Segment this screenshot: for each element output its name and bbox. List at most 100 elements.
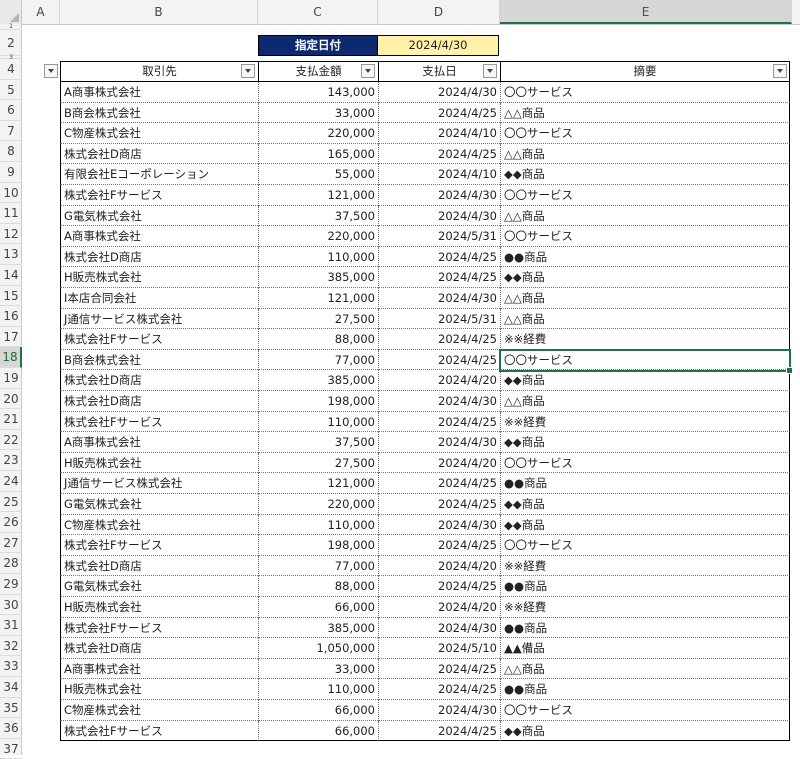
column-header-d[interactable]: D bbox=[378, 0, 500, 24]
row-header-22[interactable]: 22 bbox=[0, 430, 22, 451]
cell-date[interactable]: 2024/4/25 bbox=[378, 329, 500, 350]
row-header-14[interactable]: 14 bbox=[0, 265, 22, 286]
cell-summary[interactable]: ◆◆商品 bbox=[500, 720, 790, 742]
cell-vendor[interactable]: H販売株式会社 bbox=[60, 452, 258, 474]
cell-date[interactable]: 2024/5/31 bbox=[378, 226, 500, 247]
cell-summary[interactable]: ※※経費 bbox=[500, 555, 790, 577]
cell-vendor[interactable]: 株式会社D商店 bbox=[60, 370, 258, 391]
cell-amount[interactable]: 55,000 bbox=[258, 164, 378, 185]
filter-dropdown-button[interactable] bbox=[241, 64, 255, 78]
cell-summary[interactable]: 〇〇サービス bbox=[500, 452, 790, 474]
cell-date[interactable]: 2024/4/25 bbox=[378, 679, 500, 700]
cell-amount[interactable]: 385,000 bbox=[258, 267, 378, 288]
cell-date[interactable]: 2024/4/20 bbox=[378, 452, 500, 474]
cell-date[interactable]: 2024/4/30 bbox=[378, 432, 500, 453]
cell-summary[interactable]: ▲▲備品 bbox=[500, 638, 790, 659]
cell-date[interactable]: 2024/4/10 bbox=[378, 164, 500, 185]
cell-date[interactable]: 2024/4/30 bbox=[378, 205, 500, 227]
row-header-33[interactable]: 33 bbox=[0, 656, 22, 677]
cell-vendor[interactable]: H販売株式会社 bbox=[60, 267, 258, 288]
cell-amount[interactable]: 220,000 bbox=[258, 123, 378, 144]
cell-date[interactable]: 2024/4/20 bbox=[378, 597, 500, 618]
cell-summary[interactable]: 〇〇サービス bbox=[500, 82, 790, 103]
cell-amount[interactable]: 198,000 bbox=[258, 535, 378, 556]
cell-amount[interactable]: 165,000 bbox=[258, 143, 378, 165]
cell-vendor[interactable]: A商事株式会社 bbox=[60, 226, 258, 247]
cell-amount[interactable]: 37,500 bbox=[258, 205, 378, 227]
cell-amount[interactable]: 27,500 bbox=[258, 452, 378, 474]
row-header-5[interactable]: 5 bbox=[0, 80, 22, 101]
cell-vendor[interactable]: I本店合同会社 bbox=[60, 288, 258, 309]
cell-amount[interactable]: 110,000 bbox=[258, 411, 378, 433]
row-header-21[interactable]: 21 bbox=[0, 409, 22, 430]
column-header-c[interactable]: C bbox=[258, 0, 378, 24]
row-header-12[interactable]: 12 bbox=[0, 224, 22, 245]
cell-amount[interactable]: 66,000 bbox=[258, 700, 378, 721]
cell-amount[interactable]: 121,000 bbox=[258, 288, 378, 309]
selected-cell-outline[interactable] bbox=[499, 348, 791, 373]
cell-amount[interactable]: 385,000 bbox=[258, 370, 378, 391]
cell-summary[interactable]: ●●商品 bbox=[500, 473, 790, 494]
date-param-value[interactable]: 2024/4/30 bbox=[377, 35, 499, 56]
row-header-4[interactable]: 4 bbox=[0, 59, 22, 80]
cell-summary[interactable]: △△商品 bbox=[500, 143, 790, 165]
cell-summary[interactable]: △△商品 bbox=[500, 308, 790, 330]
cell-date[interactable]: 2024/4/30 bbox=[378, 391, 500, 412]
row-header-26[interactable]: 26 bbox=[0, 512, 22, 533]
cell-vendor[interactable]: 株式会社Fサービス bbox=[60, 617, 258, 639]
cell-summary[interactable]: △△商品 bbox=[500, 658, 790, 680]
cell-amount[interactable]: 33,000 bbox=[258, 658, 378, 680]
row-header-11[interactable]: 11 bbox=[0, 203, 22, 224]
row-header-20[interactable]: 20 bbox=[0, 389, 22, 410]
cell-amount[interactable]: 77,000 bbox=[258, 555, 378, 577]
cell-vendor[interactable]: H販売株式会社 bbox=[60, 597, 258, 618]
cell-date[interactable]: 2024/4/25 bbox=[378, 267, 500, 288]
cell-vendor[interactable]: B商会株式会社 bbox=[60, 102, 258, 124]
cell-amount[interactable]: 110,000 bbox=[258, 679, 378, 700]
cell-vendor[interactable]: A商事株式会社 bbox=[60, 82, 258, 103]
cell-date[interactable]: 2024/4/25 bbox=[378, 576, 500, 597]
column-header-a[interactable]: A bbox=[22, 0, 60, 24]
cell-date[interactable]: 2024/4/25 bbox=[378, 102, 500, 124]
cell-date[interactable]: 2024/4/30 bbox=[378, 288, 500, 309]
cell-date[interactable]: 2024/4/25 bbox=[378, 658, 500, 680]
cell-summary[interactable]: △△商品 bbox=[500, 391, 790, 412]
cell-date[interactable]: 2024/4/20 bbox=[378, 555, 500, 577]
row-header-6[interactable]: 6 bbox=[0, 100, 22, 121]
cell-summary[interactable]: ◆◆商品 bbox=[500, 432, 790, 453]
row-header-35[interactable]: 35 bbox=[0, 698, 22, 719]
cell-date[interactable]: 2024/4/25 bbox=[378, 349, 500, 371]
row-header-17[interactable]: 17 bbox=[0, 327, 22, 348]
cell-summary[interactable]: ◆◆商品 bbox=[500, 164, 790, 185]
cell-date[interactable]: 2024/5/31 bbox=[378, 308, 500, 330]
row-header-32[interactable]: 32 bbox=[0, 636, 22, 657]
row-header-27[interactable]: 27 bbox=[0, 533, 22, 554]
cell-summary[interactable]: △△商品 bbox=[500, 205, 790, 227]
cell-vendor[interactable]: 株式会社Fサービス bbox=[60, 411, 258, 433]
cell-vendor[interactable]: H販売株式会社 bbox=[60, 679, 258, 700]
cell-summary[interactable]: ●●商品 bbox=[500, 576, 790, 597]
cell-summary[interactable]: ●●商品 bbox=[500, 679, 790, 700]
cell-amount[interactable]: 220,000 bbox=[258, 226, 378, 247]
cell-amount[interactable]: 66,000 bbox=[258, 720, 378, 742]
row-header-19[interactable]: 19 bbox=[0, 368, 22, 389]
filter-dropdown-button[interactable] bbox=[44, 64, 58, 78]
cell-amount[interactable]: 88,000 bbox=[258, 329, 378, 350]
cell-date[interactable]: 2024/4/20 bbox=[378, 370, 500, 391]
row-header-29[interactable]: 29 bbox=[0, 574, 22, 595]
column-header-b[interactable]: B bbox=[60, 0, 258, 24]
cell-vendor[interactable]: A商事株式会社 bbox=[60, 658, 258, 680]
cell-date[interactable]: 2024/5/10 bbox=[378, 638, 500, 659]
cell-summary[interactable]: △△商品 bbox=[500, 102, 790, 124]
cell-summary[interactable]: 〇〇サービス bbox=[500, 185, 790, 206]
cell-amount[interactable]: 37,500 bbox=[258, 432, 378, 453]
cell-date[interactable]: 2024/4/25 bbox=[378, 246, 500, 268]
row-header-13[interactable]: 13 bbox=[0, 244, 22, 265]
cell-amount[interactable]: 143,000 bbox=[258, 82, 378, 103]
row-header-34[interactable]: 34 bbox=[0, 677, 22, 698]
cell-vendor[interactable]: 株式会社Fサービス bbox=[60, 720, 258, 742]
cell-amount[interactable]: 385,000 bbox=[258, 617, 378, 639]
row-header-30[interactable]: 30 bbox=[0, 595, 22, 616]
filter-dropdown-button[interactable] bbox=[483, 64, 497, 78]
cell-summary[interactable]: △△商品 bbox=[500, 288, 790, 309]
